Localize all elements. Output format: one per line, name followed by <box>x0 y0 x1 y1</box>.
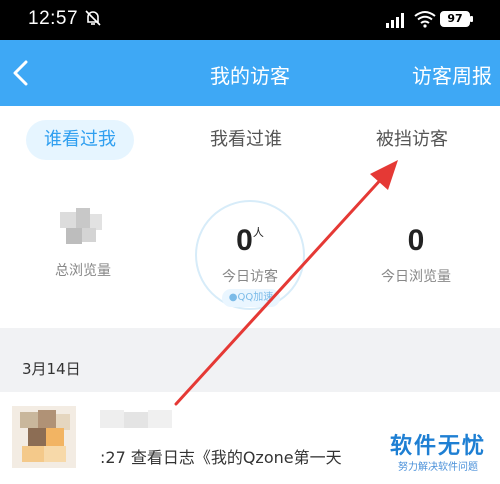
weekly-report-link[interactable]: 访客周报 <box>412 60 492 89</box>
today-views-value: 0 <box>407 224 425 257</box>
blurred-name <box>100 410 172 428</box>
battery-icon: 97 <box>440 11 473 27</box>
signal-icon <box>386 13 404 28</box>
blurred-total-value <box>60 208 102 244</box>
nav-bar: 我的访客 访客周报 <box>0 40 500 106</box>
status-bar: 12:57 97 <box>0 0 500 40</box>
watermark-sub: 努力解决软件问题 <box>397 462 478 473</box>
today-visitors-label: 今日访客 <box>222 269 278 285</box>
total-views-stat: 总浏览量 <box>48 260 118 280</box>
today-views-stat: 0 今日浏览量 <box>366 224 466 286</box>
today-visitors-value: 0 <box>236 224 253 257</box>
activity-text: :27 查看日志《我的Qzone第一天 <box>100 448 342 467</box>
tab-who-viewed-me[interactable]: 谁看过我 <box>26 120 134 160</box>
qq-speed-badge: ●QQ加速 <box>222 289 280 307</box>
bell-muted-icon <box>85 10 101 26</box>
visitor-card: 谁看过我 我看过谁 被挡访客 总浏览量 0人 今日访客 ●QQ加速 0 今日浏览… <box>0 106 500 328</box>
tab-who-i-viewed[interactable]: 我看过谁 <box>210 120 282 160</box>
stats-area: 总浏览量 0人 今日访客 ●QQ加速 0 今日浏览量 <box>0 186 500 326</box>
today-visitors-stat: 0人 今日访客 <box>200 224 300 286</box>
list-date: 3月14日 <box>22 360 81 378</box>
status-time: 12:57 <box>28 8 79 29</box>
avatar <box>12 406 76 468</box>
tab-blocked-visitors[interactable]: 被挡访客 <box>376 120 448 160</box>
tab-bar: 谁看过我 我看过谁 被挡访客 <box>0 120 500 164</box>
total-views-label: 总浏览量 <box>55 263 111 279</box>
today-views-label: 今日浏览量 <box>381 269 451 285</box>
qq-badge-text: QQ加速 <box>237 292 274 303</box>
today-visitors-unit: 人 <box>252 226 264 239</box>
watermark: 软件无忧 努力解决软件问题 <box>390 428 486 473</box>
watermark-main: 软件无忧 <box>389 434 486 459</box>
wifi-icon <box>414 11 436 28</box>
